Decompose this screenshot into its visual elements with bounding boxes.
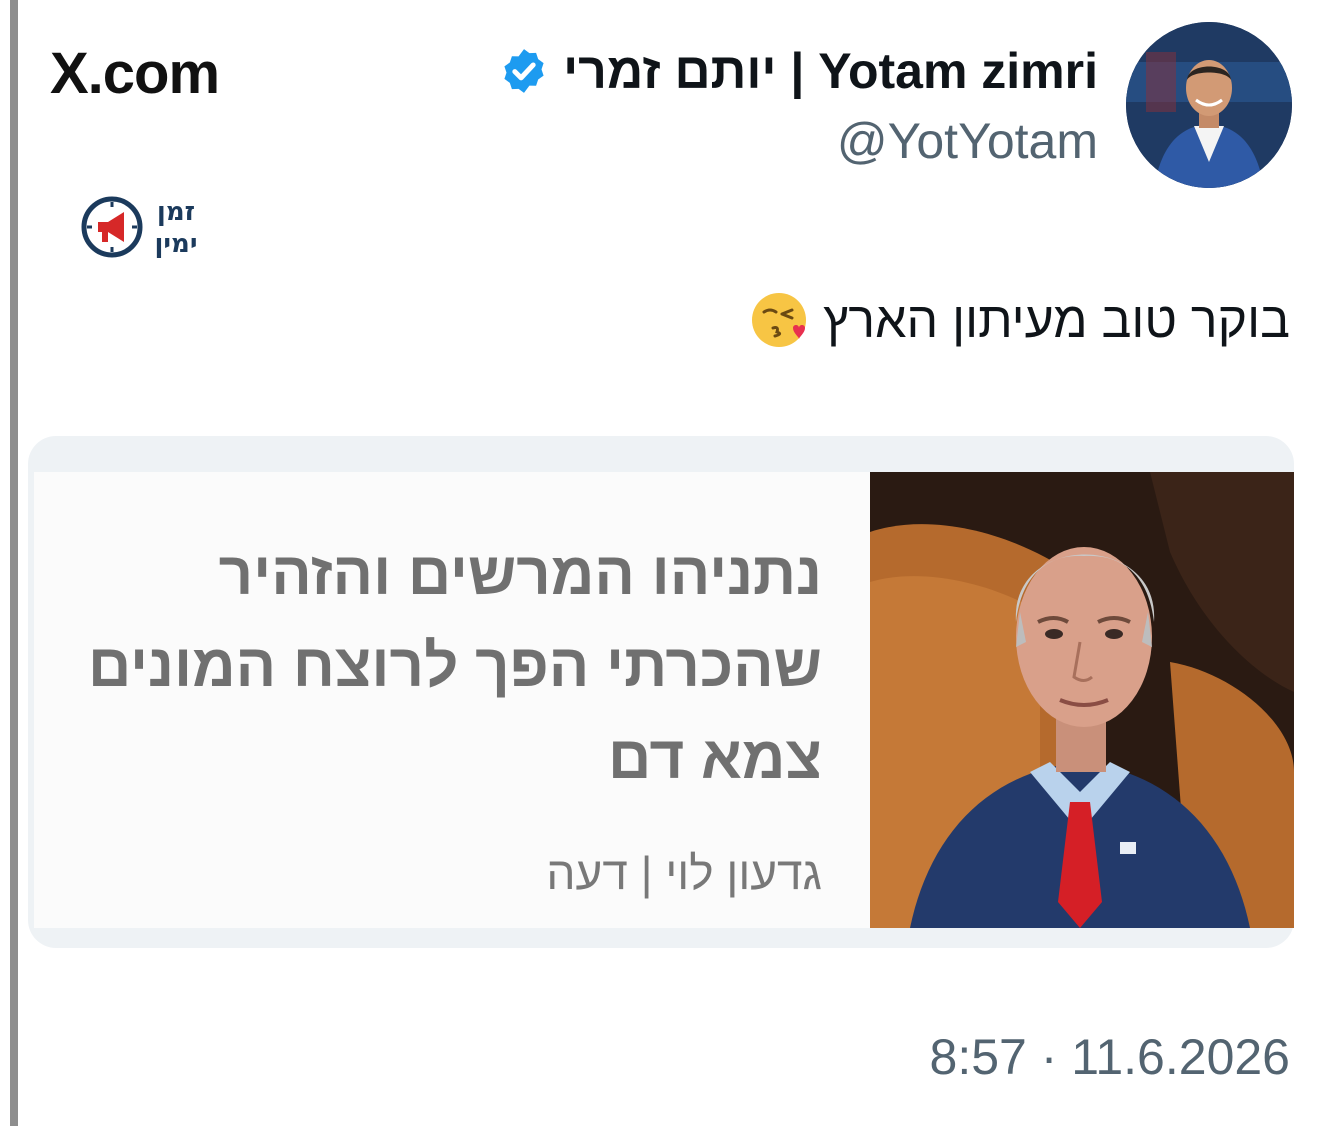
article-photo (870, 472, 1294, 928)
face-blowing-a-kiss-icon (752, 293, 807, 347)
profile-photo (1126, 22, 1292, 188)
logo-line2: ימין (154, 229, 197, 259)
card-headline[interactable]: נתניהו המרשים והזהיר שהכרתי הפך לרוצח המ… (42, 528, 822, 804)
card-byline: גדעון לוי | דעה (546, 847, 822, 899)
author-handle[interactable]: @YotYotam (837, 112, 1098, 170)
site-brand[interactable]: X.com (50, 40, 220, 107)
author-name-row[interactable]: יותם זמרי | Yotam zimri (499, 42, 1098, 100)
tweet-text: בוקר טוב מעיתון הארץ (823, 292, 1290, 348)
tweet-timestamp[interactable]: 8:57 · 11.6.2026 (930, 1028, 1290, 1086)
zman-yamin-logo: זמן ימין (80, 192, 212, 262)
author-avatar[interactable] (1126, 22, 1292, 188)
verified-badge-icon (504, 49, 544, 93)
logo-line1: זמן (157, 197, 195, 227)
link-card-image[interactable] (870, 472, 1294, 928)
quote-border (10, 0, 18, 1126)
tweet-text-row: בוקר טוב מעיתון הארץ (749, 290, 1290, 350)
author-display-name: יותם זמרי | Yotam zimri (563, 43, 1098, 99)
